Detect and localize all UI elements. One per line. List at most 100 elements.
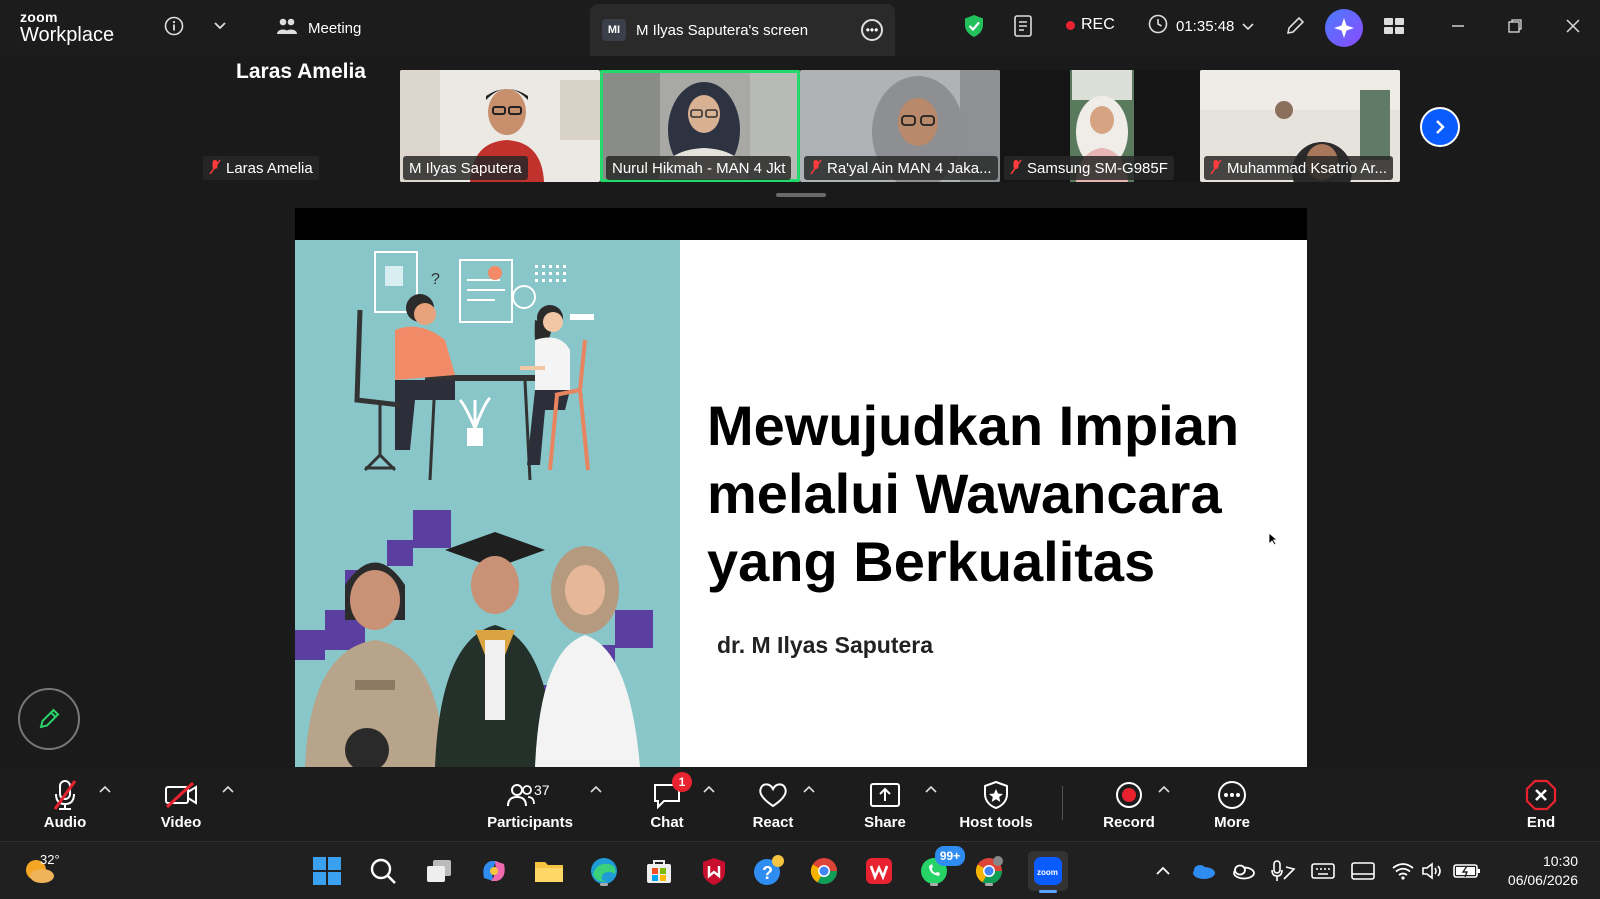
chat-options-caret[interactable] xyxy=(703,782,715,796)
zoom-app-icon[interactable]: zoom xyxy=(1028,851,1068,893)
more-options-icon[interactable]: ••• xyxy=(861,19,883,41)
recording-indicator[interactable]: REC xyxy=(1066,16,1115,34)
ai-companion-icon[interactable] xyxy=(1325,9,1363,47)
svg-text:?: ? xyxy=(431,271,440,288)
participants-icon: 37 xyxy=(484,778,576,812)
timer-value: 01:35:48 xyxy=(1176,17,1235,35)
chrome-icon[interactable] xyxy=(807,854,841,888)
end-x-icon xyxy=(1525,778,1557,812)
chevron-down-icon[interactable] xyxy=(208,14,232,38)
volume-icon[interactable] xyxy=(1416,854,1450,888)
running-indicator-active xyxy=(1039,890,1057,893)
battery-charging-icon[interactable] xyxy=(1450,854,1484,888)
rec-label: REC xyxy=(1081,16,1115,33)
slide-title-line: yang Berkualitas xyxy=(707,530,1156,593)
weather-widget[interactable]: 32° xyxy=(22,852,60,891)
host-tools-button[interactable]: Host tools xyxy=(952,778,1040,831)
audio-options-caret[interactable] xyxy=(99,782,111,796)
meeting-button[interactable]: Meeting xyxy=(276,14,361,42)
keyboard-icon[interactable] xyxy=(1306,854,1340,888)
screen-tab-label: M Ilyas Saputera's screen xyxy=(636,21,809,39)
mouse-cursor-icon xyxy=(1268,532,1279,551)
record-options-caret[interactable] xyxy=(1158,782,1170,796)
mic-muted-icon xyxy=(209,159,221,178)
audio-button[interactable]: Audio xyxy=(20,778,110,831)
more-button[interactable]: More xyxy=(1187,778,1277,831)
running-indicator xyxy=(930,883,938,886)
chrome-profile-icon[interactable] xyxy=(972,854,1006,888)
windows-taskbar: 32° ? 99+ zoom 10:30 06/06/2026 xyxy=(0,841,1600,899)
shared-screen-top-bar xyxy=(295,208,1307,240)
more-label: More xyxy=(1214,814,1250,831)
participant-name-tag: M Ilyas Saputera xyxy=(403,156,528,180)
cloud-icon[interactable] xyxy=(1226,854,1260,888)
participants-options-caret[interactable] xyxy=(590,782,602,796)
chevron-right-icon xyxy=(1436,120,1445,134)
react-label: React xyxy=(752,814,794,831)
help-tips-icon[interactable]: ? xyxy=(752,854,786,888)
presenter-initials: MI xyxy=(602,19,626,41)
meeting-info-icon[interactable] xyxy=(162,14,186,38)
whatsapp-icon[interactable]: 99+ xyxy=(917,846,965,888)
end-meeting-button[interactable]: End xyxy=(1496,778,1586,831)
annotate-floating-button[interactable] xyxy=(18,688,80,750)
share-options-caret[interactable] xyxy=(925,782,937,796)
video-off-icon xyxy=(163,778,199,812)
edge-browser-icon[interactable] xyxy=(587,854,621,888)
onedrive-icon[interactable] xyxy=(1186,854,1220,888)
copilot-icon[interactable] xyxy=(477,854,511,888)
next-page-button[interactable] xyxy=(1420,107,1460,147)
shield-star-icon xyxy=(982,778,1010,812)
video-button[interactable]: Video xyxy=(136,778,226,831)
participant-name-tag: Nurul Hikmah - MAN 4 Jkt xyxy=(606,156,792,180)
logo-workplace-text: Workplace xyxy=(20,24,115,46)
participants-count: 37 xyxy=(534,782,550,798)
more-dots-icon xyxy=(1217,778,1247,812)
participant-name-tag: Samsung SM-G985F xyxy=(1004,156,1174,180)
mic-muted-icon xyxy=(1210,159,1222,178)
restore-icon[interactable] xyxy=(1503,14,1527,38)
chevron-up-icon[interactable] xyxy=(1146,854,1180,888)
end-label: End xyxy=(1526,814,1556,831)
pencil-icon xyxy=(39,708,60,729)
meeting-timer[interactable]: 01:35:48 xyxy=(1148,14,1254,38)
participants-button[interactable]: 37 Participants xyxy=(484,778,576,831)
task-view-icon[interactable] xyxy=(422,854,456,888)
notes-icon[interactable] xyxy=(1012,14,1036,38)
strip-resize-handle[interactable] xyxy=(776,193,826,197)
rec-dot-icon xyxy=(1066,20,1075,30)
file-explorer-icon[interactable] xyxy=(532,854,566,888)
record-label: Record xyxy=(1103,814,1155,831)
chat-button[interactable]: 1 Chat xyxy=(622,772,712,831)
slide-author: dr. M Ilyas Saputera xyxy=(717,632,934,658)
system-clock[interactable]: 10:30 06/06/2026 xyxy=(1508,852,1578,890)
shared-screen-tab[interactable]: MI M Ilyas Saputera's screen ••• xyxy=(590,4,895,56)
chat-bubble-icon: 1 xyxy=(652,772,692,812)
video-options-caret[interactable] xyxy=(222,782,234,796)
slide-title: Mewujudkan Impian melalui Wawancara yang… xyxy=(707,392,1297,596)
annotate-pencil-icon[interactable] xyxy=(1283,14,1307,38)
windows-start-icon[interactable] xyxy=(310,854,344,888)
whatsapp-unread-badge: 99+ xyxy=(935,846,965,866)
clock-icon xyxy=(1148,14,1168,38)
react-options-caret[interactable] xyxy=(803,782,815,796)
apps-grid-icon[interactable] xyxy=(1382,14,1406,38)
wifi-icon[interactable] xyxy=(1386,854,1420,888)
close-icon[interactable] xyxy=(1561,14,1585,38)
people-icon xyxy=(276,17,298,39)
slide-illustration-panel: ? xyxy=(295,240,680,767)
minimize-icon[interactable] xyxy=(1446,14,1470,38)
shield-check-icon[interactable] xyxy=(962,14,986,38)
mic-muted-icon xyxy=(1010,159,1022,178)
control-divider xyxy=(1062,786,1063,820)
mcafee-shield-icon[interactable] xyxy=(697,854,731,888)
microphone-in-use-icon[interactable] xyxy=(1266,854,1300,888)
search-icon[interactable] xyxy=(366,854,400,888)
zoom-workplace-logo: zoom Workplace xyxy=(20,10,114,45)
wps-office-icon[interactable] xyxy=(862,854,896,888)
microsoft-store-icon[interactable] xyxy=(642,854,676,888)
svg-text:zoom: zoom xyxy=(1037,868,1058,877)
share-button[interactable]: Share xyxy=(840,778,930,831)
tablet-mode-icon[interactable] xyxy=(1346,854,1380,888)
heart-icon xyxy=(757,778,789,812)
